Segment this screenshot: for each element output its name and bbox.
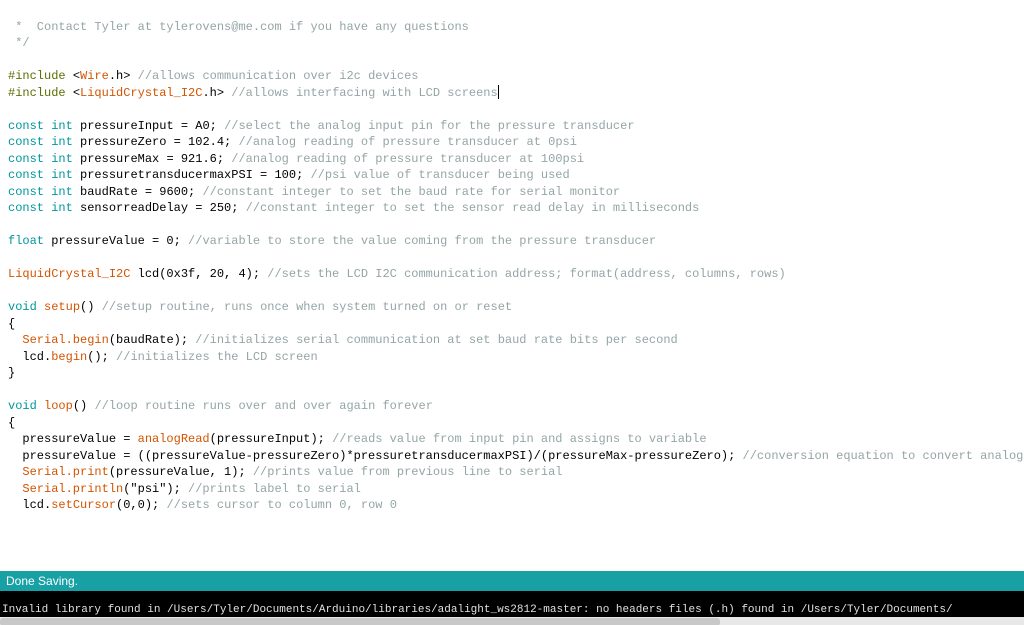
code-line: float pressureValue = 0; //variable to s… — [8, 234, 656, 248]
console-line: Invalid library found in /Users/Tyler/Do… — [2, 604, 953, 616]
code-line: Serial.begin(baudRate); //initializes se… — [8, 333, 678, 347]
code-line: lcd.begin(); //initializes the LCD scree… — [8, 350, 318, 364]
code-line: Serial.print(pressureValue, 1); //prints… — [8, 465, 563, 479]
code-editor[interactable]: * Contact Tyler at tylerovens@me.com if … — [0, 0, 1024, 571]
code-line: { — [8, 317, 15, 331]
code-line: const int baudRate = 9600; //constant in… — [8, 185, 620, 199]
code-line: lcd.setCursor(0,0); //sets cursor to col… — [8, 498, 397, 512]
code-line: Serial.println("psi"); //prints label to… — [8, 482, 361, 496]
code-line: #include <LiquidCrystal_I2C.h> //allows … — [8, 86, 499, 100]
text-cursor-icon — [498, 85, 499, 99]
code-line: } — [8, 366, 15, 380]
code-line: const int pressureInput = A0; //select t… — [8, 119, 635, 133]
horizontal-scrollbar[interactable] — [0, 617, 1024, 625]
code-line: pressureValue = analogRead(pressureInput… — [8, 432, 707, 446]
status-message: Done Saving. — [6, 574, 78, 588]
code-line: * Contact Tyler at tylerovens@me.com if … — [8, 20, 469, 34]
scrollbar-thumb[interactable] — [0, 618, 720, 625]
code-line: #include <Wire.h> //allows communication… — [8, 69, 419, 83]
code-line: void setup() //setup routine, runs once … — [8, 300, 512, 314]
code-line: const int sensorreadDelay = 250; //const… — [8, 201, 699, 215]
code-line: void loop() //loop routine runs over and… — [8, 399, 433, 413]
code-line: */ — [8, 36, 30, 50]
code-line: { — [8, 416, 15, 430]
code-line: LiquidCrystal_I2C lcd(0x3f, 20, 4); //se… — [8, 267, 786, 281]
code-line: const int pressureZero = 102.4; //analog… — [8, 135, 577, 149]
code-line: pressureValue = ((pressureValue-pressure… — [8, 449, 1024, 463]
console-output[interactable]: Invalid library found in /Users/Tyler/Do… — [0, 591, 1024, 617]
code-line: const int pressureMax = 921.6; //analog … — [8, 152, 584, 166]
code-line: const int pressuretransducermaxPSI = 100… — [8, 168, 570, 182]
status-bar: Done Saving. — [0, 571, 1024, 591]
